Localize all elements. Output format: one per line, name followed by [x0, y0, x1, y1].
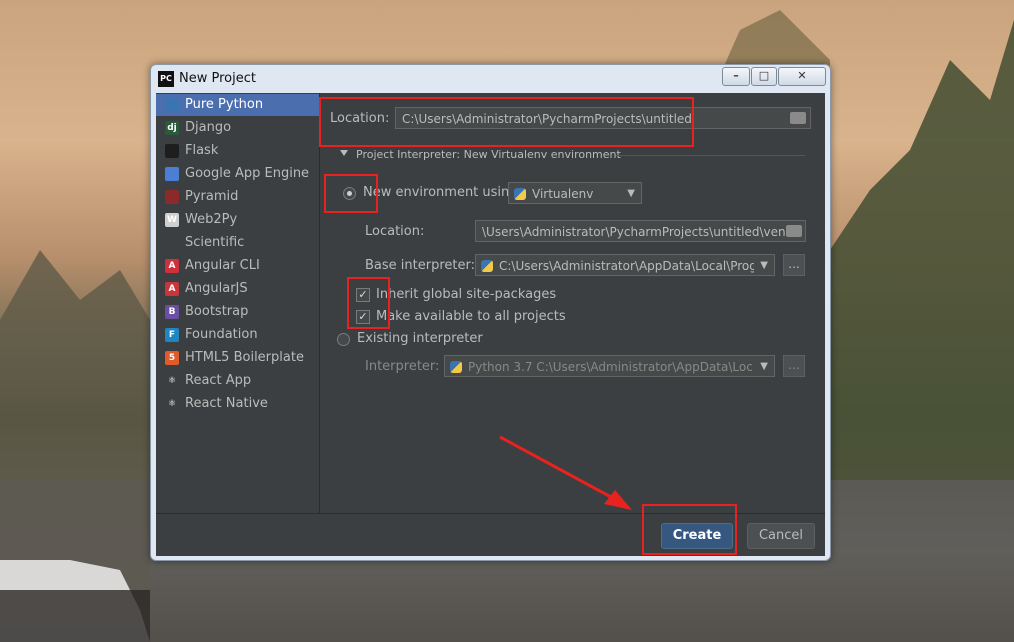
sidebar-item-label: React App: [185, 373, 252, 388]
create-button[interactable]: Create: [661, 523, 733, 549]
location-label: Location:: [330, 111, 390, 126]
python-icon: [165, 98, 179, 112]
chevron-down-icon: ▼: [760, 361, 768, 372]
react-app-icon: ⚛: [165, 374, 179, 388]
minimize-button[interactable]: –: [722, 67, 750, 86]
angularjs-icon: A: [165, 282, 179, 296]
environment-tool-value: Virtualenv: [532, 187, 594, 201]
sidebar-item-label: Scientific: [185, 235, 245, 250]
interpreter-section-title[interactable]: Project Interpreter: New Virtualenv envi…: [356, 148, 621, 161]
sidebar-item-label: Pyramid: [185, 189, 239, 204]
cancel-button[interactable]: Cancel: [747, 523, 815, 549]
sidebar-item-pure-python[interactable]: Pure Python: [156, 94, 319, 116]
sidebar-item-angular-cli[interactable]: A Angular CLI: [156, 255, 319, 277]
sidebar-item-label: Django: [185, 120, 232, 135]
base-interpreter-select[interactable]: C:\Users\Administrator\AppData\Local\Pro…: [475, 254, 775, 276]
new-environment-radio[interactable]: [343, 187, 356, 200]
chevron-down-icon: ▼: [627, 188, 635, 199]
interpreter-label: Interpreter:: [365, 359, 440, 374]
html5-icon: 5: [165, 351, 179, 365]
sidebar-item-web2py[interactable]: W Web2Py: [156, 209, 319, 231]
folder-icon[interactable]: [790, 112, 806, 124]
angular-cli-icon: A: [165, 259, 179, 273]
sidebar-item-bootstrap[interactable]: B Bootstrap: [156, 301, 319, 323]
inherit-site-packages-label: Inherit global site-packages: [376, 287, 557, 302]
interpreter-value: Python 3.7 C:\Users\Administrator\AppDat…: [468, 360, 753, 374]
sidebar-item-label: Flask: [185, 143, 219, 158]
sidebar-item-react-native[interactable]: ⚛ React Native: [156, 393, 319, 415]
sidebar-item-html5-boilerplate[interactable]: 5 HTML5 Boilerplate: [156, 347, 319, 369]
sidebar-item-flask[interactable]: Flask: [156, 140, 319, 162]
bootstrap-icon: B: [165, 305, 179, 319]
sidebar-item-label: Pure Python: [185, 97, 264, 112]
flask-icon: [165, 144, 179, 158]
browse-interpreter-button[interactable]: ...: [783, 355, 805, 377]
dialog-content: Pure Python dj Django Flask Google App Engin…: [156, 93, 825, 556]
react-native-icon: ⚛: [165, 397, 179, 411]
sidebar-item-label: React Native: [185, 396, 268, 411]
section-divider: [616, 155, 805, 156]
interpreter-select[interactable]: Python 3.7 C:\Users\Administrator\AppDat…: [444, 355, 775, 377]
scientific-icon: [165, 236, 179, 250]
sidebar-item-label: Web2Py: [185, 212, 238, 227]
existing-interpreter-label: Existing interpreter: [357, 331, 483, 346]
django-icon: dj: [165, 121, 179, 135]
location-input[interactable]: C:\Users\Administrator\PycharmProjects\u…: [395, 107, 811, 129]
sidebar-item-react-app[interactable]: ⚛ React App: [156, 370, 319, 392]
sidebar-item-django[interactable]: dj Django: [156, 117, 319, 139]
close-button[interactable]: ✕: [778, 67, 826, 86]
sidebar-item-foundation[interactable]: F Foundation: [156, 324, 319, 346]
sidebar-item-label: Google App Engine: [185, 166, 310, 181]
sidebar-item-label: Bootstrap: [185, 304, 249, 319]
foundation-icon: F: [165, 328, 179, 342]
sidebar-item-label: Angular CLI: [185, 258, 260, 273]
browse-base-interpreter-button[interactable]: ...: [783, 254, 805, 276]
sidebar-item-pyramid[interactable]: Pyramid: [156, 186, 319, 208]
sidebar-item-google-app-engine[interactable]: Google App Engine: [156, 163, 319, 185]
python-icon: [450, 361, 462, 373]
maximize-button[interactable]: □: [751, 67, 777, 86]
sidebar-item-angularjs[interactable]: A AngularJS: [156, 278, 319, 300]
google-app-engine-icon: [165, 167, 179, 181]
title-bar[interactable]: PC New Project – □ ✕: [151, 65, 830, 93]
pycharm-icon: PC: [158, 71, 174, 87]
sidebar-item-label: AngularJS: [185, 281, 248, 296]
venv-location-input[interactable]: \Users\Administrator\PycharmProjects\unt…: [475, 220, 806, 242]
new-project-dialog: PC New Project – □ ✕ Pure Python dj Django…: [150, 64, 831, 561]
make-available-checkbox[interactable]: ✓: [356, 310, 370, 324]
make-available-label: Make available to all projects: [376, 309, 566, 324]
base-interpreter-label: Base interpreter:: [365, 258, 475, 273]
project-settings-panel: Location: C:\Users\Administrator\Pycharm…: [320, 93, 825, 513]
inherit-site-packages-checkbox[interactable]: ✓: [356, 288, 370, 302]
environment-tool-select[interactable]: Virtualenv ▼: [508, 182, 642, 204]
sidebar-item-label: Foundation: [185, 327, 258, 342]
sidebar-item-label: HTML5 Boilerplate: [185, 350, 304, 365]
project-type-list: Pure Python dj Django Flask Google App Engin…: [156, 93, 320, 513]
existing-interpreter-radio[interactable]: [337, 333, 350, 346]
pyramid-icon: [165, 190, 179, 204]
folder-icon[interactable]: [786, 225, 802, 237]
virtualenv-icon: [514, 188, 526, 200]
sidebar-item-scientific[interactable]: Scientific: [156, 232, 319, 254]
window-title: New Project: [179, 71, 256, 86]
collapse-triangle-icon[interactable]: [340, 150, 348, 156]
web2py-icon: W: [165, 213, 179, 227]
chevron-down-icon: ▼: [760, 260, 768, 271]
new-environment-label: New environment using: [363, 185, 518, 200]
base-interpreter-value: C:\Users\Administrator\AppData\Local\Pro…: [499, 259, 754, 273]
dialog-footer: Create Cancel: [156, 513, 825, 556]
python-icon: [481, 260, 493, 272]
venv-location-label: Location:: [365, 224, 425, 239]
